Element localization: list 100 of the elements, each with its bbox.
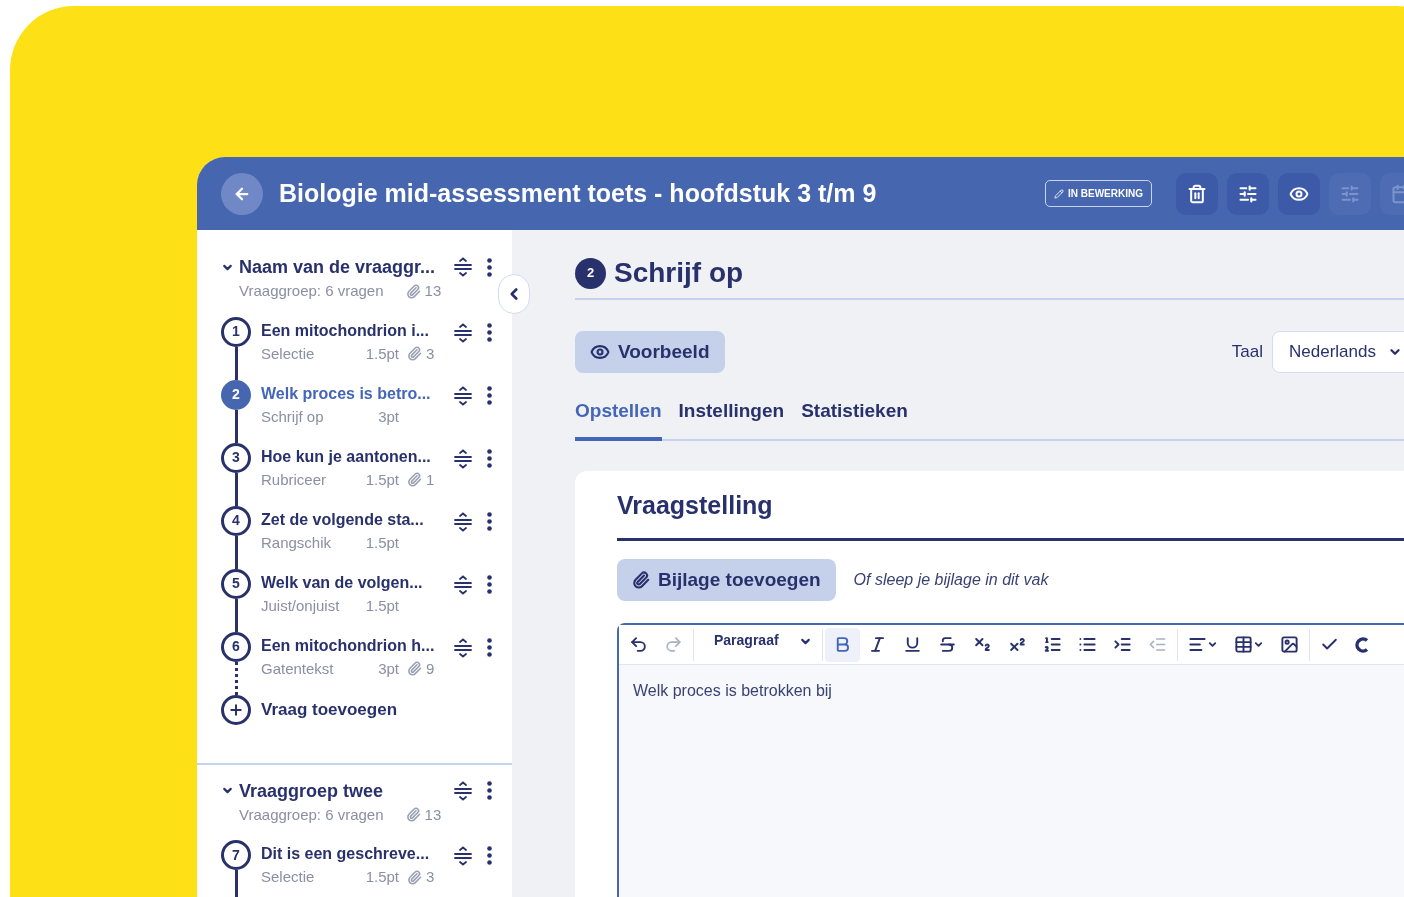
- undo-icon: [629, 635, 648, 654]
- more-icon[interactable]: [487, 511, 492, 531]
- add-attachment-button[interactable]: Bijlage toevoegen: [617, 559, 836, 601]
- question-title[interactable]: Zet de volgende sta...: [261, 507, 454, 532]
- paperclip-icon: [407, 661, 422, 677]
- question-title[interactable]: Dit is een geschreve...: [261, 842, 454, 866]
- language-label: Taal: [1231, 341, 1263, 364]
- eye-icon: [590, 342, 610, 362]
- tab[interactable]: Instellingen: [678, 397, 785, 441]
- caret-icon: [1206, 639, 1218, 650]
- question-number: 7: [221, 840, 251, 870]
- bullet-list-icon: [1077, 635, 1097, 654]
- paperclip-icon: [405, 283, 421, 299]
- subscript-icon: [972, 635, 992, 654]
- paperclip-icon: [405, 807, 421, 823]
- paperclip-icon: [407, 869, 422, 885]
- settings-icon: [1238, 183, 1258, 204]
- question-type: Selectie: [261, 867, 316, 887]
- caret-icon: [1252, 639, 1264, 650]
- ordered-list-icon: [1042, 635, 1062, 654]
- question-points: 1.5pt: [364, 469, 399, 490]
- image-icon: [1279, 635, 1299, 654]
- question-points: 1.5pt: [364, 343, 399, 364]
- back-button[interactable]: [221, 172, 263, 215]
- group-subtitle: Vraaggroep: 6 vragen: [239, 281, 384, 301]
- add-question-button[interactable]: Vraag toevoegen: [221, 694, 398, 725]
- language-select[interactable]: Nederlands: [1272, 331, 1404, 373]
- preview-button[interactable]: Voorbeeld: [575, 331, 725, 373]
- settings-icon: [1340, 183, 1360, 204]
- sort-icon[interactable]: [454, 780, 472, 801]
- editor-content[interactable]: Welk proces is betrokken bij: [619, 665, 1404, 703]
- panel-title: Vraagstelling: [617, 486, 1404, 541]
- question-points: 3pt: [377, 406, 399, 427]
- more-icon[interactable]: [487, 846, 492, 865]
- redo-icon: [664, 635, 683, 654]
- outdent-icon: [1147, 635, 1167, 654]
- question-title[interactable]: Een mitochondrion i...: [261, 318, 454, 343]
- question-number: 2: [221, 379, 251, 410]
- delete-icon: [1187, 183, 1207, 204]
- attachment-count: 13: [405, 803, 442, 826]
- question-number: 4: [221, 505, 251, 536]
- status-badge: IN BEWERKING: [1045, 180, 1152, 207]
- more-icon[interactable]: [487, 574, 492, 594]
- group-subtitle: Vraaggroep: 6 vragen: [239, 804, 384, 825]
- paperclip-icon: [632, 571, 650, 589]
- sort-icon[interactable]: [454, 637, 472, 658]
- sort-icon[interactable]: [454, 511, 472, 532]
- question-type: Selectie: [261, 343, 316, 364]
- attachment-count: 13: [405, 280, 442, 303]
- sort-icon[interactable]: [454, 385, 472, 406]
- paperclip-icon: [407, 346, 422, 362]
- question-type: Juist/onjuist: [261, 595, 341, 616]
- more-icon[interactable]: [487, 385, 492, 405]
- strike-icon: [937, 635, 957, 654]
- question-number: 3: [221, 442, 251, 473]
- collapse-sidebar-button[interactable]: [498, 274, 530, 314]
- bold-button[interactable]: [824, 627, 860, 662]
- sort-icon[interactable]: [454, 574, 472, 595]
- question-number: 1: [221, 316, 251, 347]
- question-title[interactable]: Een mitochondrion h...: [261, 633, 454, 658]
- paperclip-icon: [407, 472, 422, 488]
- question-type: Rubriceer: [261, 469, 328, 490]
- question-number: 5: [221, 568, 251, 599]
- more-icon[interactable]: [487, 322, 492, 342]
- drop-hint: Of sleep je bijlage in dit vak: [853, 570, 1049, 590]
- attachment-count: 9: [407, 657, 435, 680]
- more-icon[interactable]: [487, 637, 492, 657]
- attachment-count: 3: [407, 866, 435, 889]
- more-icon[interactable]: [487, 257, 492, 277]
- table-icon: [1233, 635, 1253, 654]
- underline-icon: [902, 635, 922, 654]
- question-number: 6: [221, 631, 251, 662]
- question-title[interactable]: Welk van de volgen...: [261, 570, 454, 595]
- delete-button[interactable]: [1176, 172, 1218, 215]
- more-icon[interactable]: [487, 448, 492, 468]
- question-points: 1.5pt: [364, 532, 399, 553]
- question-type: Schrijf op: [261, 406, 325, 427]
- preview-button[interactable]: [1278, 172, 1320, 215]
- superscript-icon: [1007, 635, 1027, 654]
- align-icon: [1187, 635, 1207, 654]
- sort-icon[interactable]: [454, 322, 472, 343]
- group-title[interactable]: Vraaggroep twee: [239, 778, 454, 803]
- question-title[interactable]: Hoe kun je aantonen...: [261, 444, 454, 469]
- paragraph-format-dropdown[interactable]: Paragraaf: [696, 627, 820, 662]
- tab[interactable]: Statistieken: [801, 397, 908, 441]
- question-points: 1.5pt: [364, 867, 399, 887]
- settings-button[interactable]: [1227, 172, 1269, 215]
- question-points: 1.5pt: [364, 595, 399, 616]
- question-title[interactable]: Welk proces is betro...: [261, 381, 454, 406]
- tab[interactable]: Opstellen: [575, 397, 662, 441]
- indent-icon: [1112, 635, 1132, 654]
- sort-icon[interactable]: [454, 448, 472, 469]
- question-type: Rangschik: [261, 532, 333, 553]
- more-icon[interactable]: [487, 781, 492, 800]
- pencil-icon: [1054, 188, 1064, 199]
- sort-icon[interactable]: [454, 257, 472, 277]
- attachment-count: 1: [407, 468, 435, 491]
- group-title[interactable]: Naam van de vraaggr...: [239, 255, 454, 279]
- attachment-count: 3: [407, 342, 435, 365]
- sort-icon[interactable]: [454, 846, 472, 866]
